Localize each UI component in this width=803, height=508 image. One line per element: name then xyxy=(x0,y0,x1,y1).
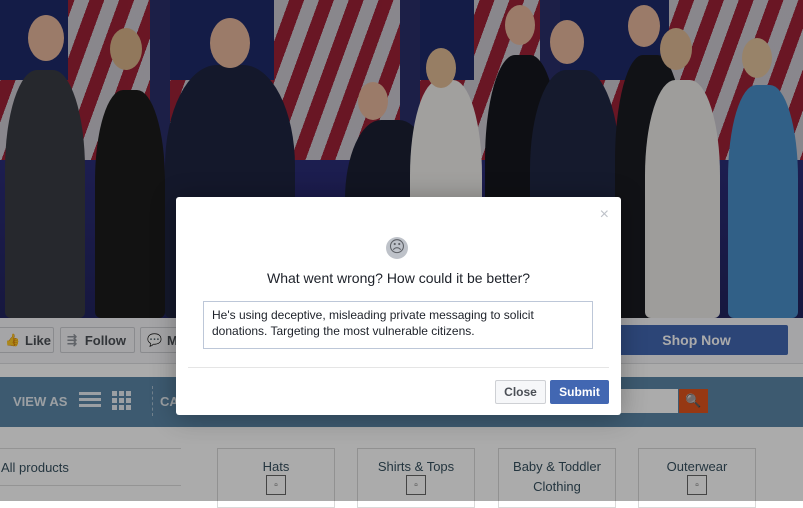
dialog-title: What went wrong? How could it be better? xyxy=(266,270,531,286)
close-icon[interactable]: × xyxy=(600,207,609,223)
close-button[interactable]: Close xyxy=(495,380,546,404)
feedback-dialog: × ☹ What went wrong? How could it be bet… xyxy=(176,197,621,415)
feedback-textarea[interactable]: He's using deceptive, misleading private… xyxy=(203,301,593,349)
submit-button[interactable]: Submit xyxy=(550,380,609,404)
sad-face-icon: ☹ xyxy=(386,237,408,259)
dialog-divider xyxy=(188,367,609,368)
